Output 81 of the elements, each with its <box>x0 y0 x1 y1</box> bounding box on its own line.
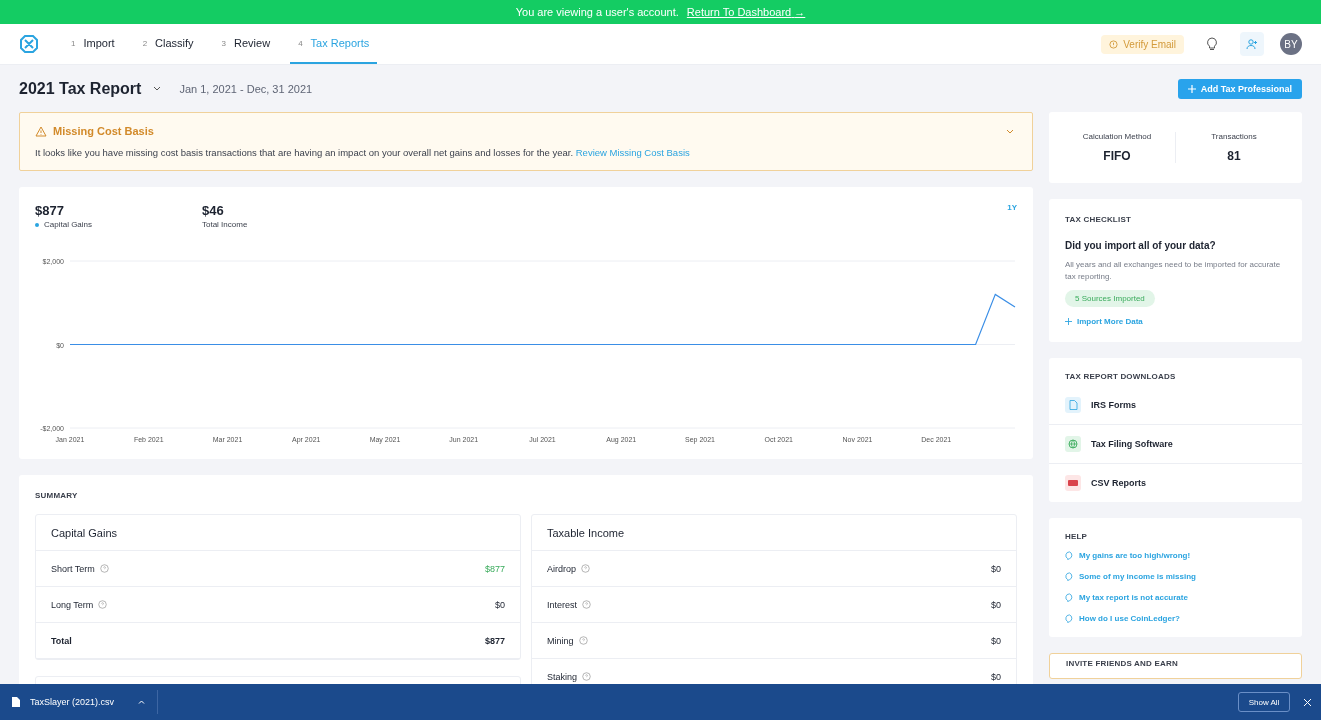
help-link[interactable]: My tax report is not accurate <box>1065 593 1188 603</box>
document-icon <box>1065 396 1081 413</box>
row-label: Total <box>51 635 72 646</box>
add-tax-professional-button[interactable]: Add Tax Professional <box>1177 78 1302 99</box>
stat-label: Calculation Method <box>1082 132 1152 141</box>
show-all-button[interactable]: Show All <box>1238 692 1290 712</box>
step-tab[interactable]: 1 Import <box>63 24 123 64</box>
alert-title: Missing Cost Basis <box>53 125 154 137</box>
plus-icon <box>1065 318 1072 326</box>
alert-text: It looks like you have missing cost basis transactions that are having an impact on your overall net gains and losses for the year. Review Missing Cost Basis <box>35 147 691 158</box>
help-link[interactable]: My gains are too high/wrong! <box>1065 551 1191 561</box>
download-item[interactable]: IRS Forms <box>1049 385 1302 425</box>
row-label: Airdrop <box>547 563 576 574</box>
stat-value: $877 <box>35 203 65 218</box>
file-icon <box>12 697 20 707</box>
step-tab[interactable]: 2 Classify <box>134 24 202 64</box>
verify-email-button[interactable]: Verify Email <box>1101 34 1184 54</box>
section-title: INVITE FRIENDS AND EARN <box>1066 659 1179 669</box>
plus-icon <box>1187 84 1196 93</box>
date-range: Jan 1, 2021 - Dec, 31 2021 <box>179 82 313 95</box>
speech-bubble-icon <box>1065 572 1074 582</box>
close-icon[interactable] <box>1304 698 1311 706</box>
import-more-data-link[interactable]: Import More Data <box>1065 317 1143 327</box>
row-label: Long Term <box>51 599 94 610</box>
row-label: Short Term <box>51 563 95 574</box>
add-user-icon[interactable] <box>1240 32 1264 56</box>
stat-label: Total Income <box>202 220 248 229</box>
row-label: Mining <box>547 635 574 646</box>
chevron-icon[interactable] <box>1006 129 1014 134</box>
stat-value: FIFO <box>1103 149 1131 163</box>
stat-value: $46 <box>202 203 225 218</box>
user-avatar[interactable]: BY <box>1280 33 1302 55</box>
info-icon[interactable] <box>98 600 108 609</box>
row-label: Interest <box>547 599 577 610</box>
row-value: $0 <box>991 599 1001 610</box>
stat-value: 81 <box>1227 149 1241 163</box>
section-title: HELP <box>1065 532 1089 542</box>
table-title: Taxable Income <box>532 515 1016 551</box>
download-item[interactable]: Tax Filing Software <box>1049 424 1302 464</box>
step-tab[interactable]: 4 Tax Reports <box>290 24 378 64</box>
chevron-down-icon[interactable] <box>153 86 162 91</box>
sources-badge: 5 Sources Imported <box>1065 290 1155 308</box>
row-label: Staking <box>547 671 578 682</box>
section-title: TAX REPORT DOWNLOADS <box>1065 372 1177 382</box>
info-icon[interactable] <box>581 564 590 573</box>
info-icon[interactable] <box>582 600 591 609</box>
csv-file-icon <box>1065 475 1081 492</box>
banner-text: You are viewing a user's account. <box>515 6 679 18</box>
review-missing-cost-basis-link[interactable]: Review Missing Cost Basis <box>575 147 690 158</box>
stat-label: Capital Gains <box>44 220 93 229</box>
table-title: Capital Gains <box>36 515 520 551</box>
info-icon[interactable] <box>99 564 109 573</box>
checklist-question: Did you import all of your data? <box>1065 240 1217 251</box>
section-title: SUMMARY <box>35 491 79 500</box>
row-value: $877 <box>484 563 505 574</box>
period-selector[interactable]: 1Y <box>1007 203 1017 229</box>
speech-bubble-icon <box>1065 551 1074 561</box>
row-value: $877 <box>484 635 505 646</box>
info-icon[interactable] <box>582 672 592 681</box>
logo-icon[interactable] <box>19 34 39 54</box>
return-to-dashboard-link[interactable]: Return To Dashboard → <box>686 6 806 18</box>
speech-bubble-icon <box>1065 614 1074 624</box>
warning-icon <box>35 125 47 137</box>
row-value: $0 <box>495 599 505 610</box>
alert-circle-icon <box>1109 39 1119 49</box>
section-title: TAX CHECKLIST <box>1065 215 1132 224</box>
row-value: $0 <box>991 563 1001 574</box>
page-title: 2021 Tax Report <box>19 79 142 98</box>
help-link[interactable]: How do I use CoinLedger? <box>1065 614 1180 624</box>
info-icon[interactable] <box>578 636 588 645</box>
globe-icon <box>1065 436 1081 453</box>
caret-up-icon[interactable] <box>138 700 146 704</box>
checklist-text: All years and all exchanges need to be imported for accurate tax reporting. <box>1065 259 1282 283</box>
download-item[interactable]: CSV Reports <box>1049 463 1302 503</box>
row-value: $0 <box>991 635 1001 646</box>
stat-label: Transactions <box>1211 132 1257 141</box>
row-value: $0 <box>991 671 1001 682</box>
speech-bubble-icon <box>1065 593 1074 603</box>
file-name[interactable]: TaxSlayer (2021).csv <box>30 697 115 707</box>
step-tab[interactable]: 3 Review <box>213 24 279 64</box>
help-link[interactable]: Some of my income is missing <box>1065 572 1196 582</box>
